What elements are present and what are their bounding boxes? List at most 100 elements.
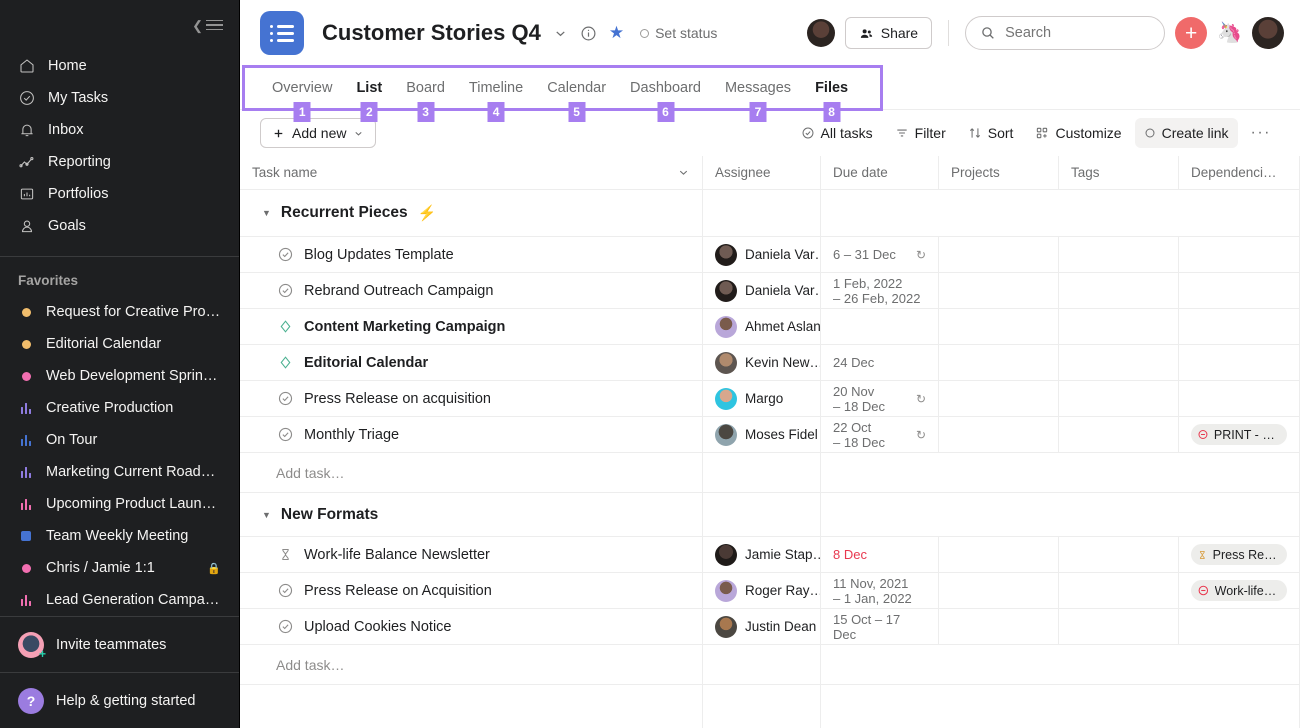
share-button[interactable]: Share <box>844 17 933 49</box>
task-name-cell[interactable]: Work-life Balance Newsletter <box>240 537 703 572</box>
caret-down-icon[interactable]: ▼ <box>262 510 271 520</box>
sidebar-item-reporting[interactable]: Reporting <box>10 146 229 178</box>
due-date-cell[interactable]: 20 Nov – 18 Dec ↻ <box>821 381 939 416</box>
favorite-item[interactable]: Marketing Current Road… <box>10 456 229 488</box>
tags-cell[interactable] <box>1059 237 1179 272</box>
section-header-new-formats[interactable]: ▼ New Formats <box>240 493 703 536</box>
task-name-cell[interactable]: Press Release on Acquisition <box>240 573 703 608</box>
column-header-assignee[interactable]: Assignee <box>703 156 821 189</box>
user-avatar[interactable] <box>1252 17 1284 49</box>
tab-calendar[interactable]: Calendar 5 <box>535 66 618 122</box>
tab-files[interactable]: Files 8 <box>803 66 860 122</box>
due-date-cell[interactable]: 8 Dec <box>821 537 939 572</box>
sort-button[interactable]: Sort <box>959 118 1023 148</box>
project-list-icon[interactable] <box>260 11 304 55</box>
dependencies-cell[interactable] <box>1179 381 1299 416</box>
dependency-chip[interactable]: Work-life … <box>1191 580 1287 601</box>
sidebar-item-inbox[interactable]: Inbox <box>10 114 229 146</box>
column-header-dependencies[interactable]: Dependenci… <box>1179 156 1299 189</box>
assignee-cell[interactable]: Daniela Var… <box>703 273 821 308</box>
favorite-item[interactable]: Upcoming Product Laun… <box>10 488 229 520</box>
projects-cell[interactable] <box>939 309 1059 344</box>
chevron-down-icon[interactable] <box>553 26 568 41</box>
set-status-button[interactable]: Set status <box>640 25 717 41</box>
tags-cell[interactable] <box>1059 417 1179 452</box>
check-circle-icon[interactable] <box>276 582 294 600</box>
dependencies-cell[interactable] <box>1179 309 1299 344</box>
due-date-cell[interactable]: 1 Feb, 2022 – 26 Feb, 2022 <box>821 273 939 308</box>
add-task-label[interactable]: Add task… <box>276 465 344 481</box>
due-date-cell[interactable]: 22 Oct – 18 Dec ↻ <box>821 417 939 452</box>
section-header-row[interactable]: ▼ Recurrent Pieces ⚡ <box>240 190 1300 236</box>
favorite-item[interactable]: On Tour <box>10 424 229 456</box>
projects-cell[interactable] <box>939 345 1059 380</box>
add-task-cell[interactable]: Add task… <box>240 645 703 684</box>
star-icon[interactable]: ★ <box>609 23 624 43</box>
table-row[interactable]: Press Release on acquisition Margo 20 No… <box>240 380 1300 416</box>
sidebar-item-my-tasks[interactable]: My Tasks <box>10 82 229 114</box>
table-row[interactable]: Upload Cookies Notice Justin Dean 15 Oct… <box>240 608 1300 644</box>
table-row[interactable]: Content Marketing Campaign Ahmet Aslan <box>240 308 1300 344</box>
milestone-diamond-icon[interactable] <box>276 318 294 336</box>
dependencies-cell[interactable]: PRINT - R… <box>1179 417 1299 452</box>
check-circle-icon[interactable] <box>276 618 294 636</box>
sidebar-item-portfolios[interactable]: Portfolios <box>10 178 229 210</box>
dependency-chip[interactable]: PRINT - R… <box>1191 424 1287 445</box>
add-task-label[interactable]: Add task… <box>276 657 344 673</box>
tab-overview[interactable]: Overview 1 <box>260 66 344 122</box>
add-task-row[interactable]: Add task… <box>240 644 1300 684</box>
section-header-row-partial[interactable] <box>240 684 1300 728</box>
asana-mascot-icon[interactable]: 🦄 <box>1217 23 1242 43</box>
info-icon[interactable] <box>580 25 597 42</box>
favorite-item[interactable]: Lead Generation Campai… <box>10 584 229 616</box>
check-circle-icon[interactable] <box>276 426 294 444</box>
section-header-recurrent-pieces[interactable]: ▼ Recurrent Pieces ⚡ <box>240 190 703 236</box>
due-date-cell[interactable]: 24 Dec <box>821 345 939 380</box>
assignee-cell[interactable]: Daniela Var… <box>703 237 821 272</box>
task-name-cell[interactable]: Blog Updates Template <box>240 237 703 272</box>
assignee-cell[interactable]: Roger Ray… <box>703 573 821 608</box>
tab-timeline[interactable]: Timeline 4 <box>457 66 535 122</box>
tags-cell[interactable] <box>1059 609 1179 644</box>
table-row[interactable]: Monthly Triage Moses Fidel 22 Oct – 18 D… <box>240 416 1300 452</box>
hourglass-icon[interactable] <box>276 546 294 564</box>
tab-messages[interactable]: Messages 7 <box>713 66 803 122</box>
projects-cell[interactable] <box>939 381 1059 416</box>
task-name-cell[interactable]: Upload Cookies Notice <box>240 609 703 644</box>
add-task-row[interactable]: Add task… <box>240 452 1300 492</box>
search-input[interactable] <box>1005 25 1146 41</box>
dependencies-cell[interactable] <box>1179 273 1299 308</box>
dependencies-cell[interactable] <box>1179 609 1299 644</box>
help-getting-started-button[interactable]: ? Help & getting started <box>0 672 239 728</box>
task-name-cell[interactable]: Content Marketing Campaign <box>240 309 703 344</box>
due-date-cell[interactable]: 11 Nov, 2021 – 1 Jan, 2022 <box>821 573 939 608</box>
collapse-sidebar-button[interactable]: ❮ <box>192 19 223 32</box>
add-task-cell[interactable]: Add task… <box>240 453 703 492</box>
column-header-tags[interactable]: Tags <box>1059 156 1179 189</box>
tags-cell[interactable] <box>1059 345 1179 380</box>
assignee-cell[interactable]: Moses Fidel <box>703 417 821 452</box>
favorite-item[interactable]: Request for Creative Pro… <box>10 296 229 328</box>
tags-cell[interactable] <box>1059 537 1179 572</box>
projects-cell[interactable] <box>939 417 1059 452</box>
add-new-button[interactable]: Add new <box>260 118 377 148</box>
projects-cell[interactable] <box>939 537 1059 572</box>
column-header-due-date[interactable]: Due date <box>821 156 939 189</box>
tags-cell[interactable] <box>1059 573 1179 608</box>
search-box[interactable] <box>965 16 1166 50</box>
page-title[interactable]: Customer Stories Q4 <box>322 20 541 46</box>
sidebar-item-goals[interactable]: Goals <box>10 210 229 242</box>
assignee-cell[interactable]: Kevin New… <box>703 345 821 380</box>
assignee-cell[interactable]: Jamie Stap… <box>703 537 821 572</box>
section-header-row[interactable]: ▼ New Formats <box>240 492 1300 536</box>
projects-cell[interactable] <box>939 573 1059 608</box>
column-header-projects[interactable]: Projects <box>939 156 1059 189</box>
assignee-cell[interactable]: Margo <box>703 381 821 416</box>
tags-cell[interactable] <box>1059 381 1179 416</box>
projects-cell[interactable] <box>939 609 1059 644</box>
customize-button[interactable]: Customize <box>1026 118 1130 148</box>
table-row[interactable]: Work-life Balance Newsletter Jamie Stap…… <box>240 536 1300 572</box>
task-name-cell[interactable]: Monthly Triage <box>240 417 703 452</box>
dependencies-cell[interactable]: Press Rele… <box>1179 537 1299 572</box>
invite-teammates-button[interactable]: Invite teammates <box>0 616 239 672</box>
